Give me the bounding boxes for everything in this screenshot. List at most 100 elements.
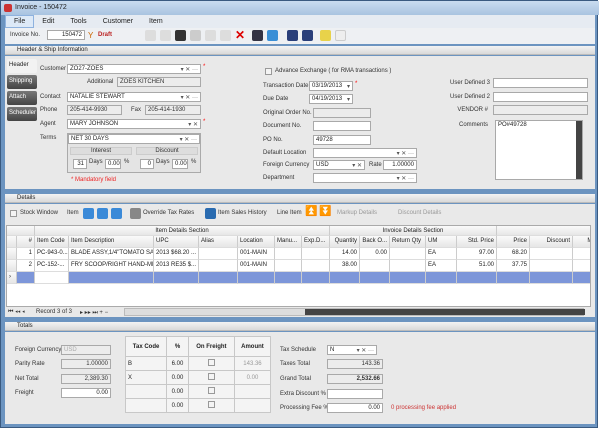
copy-icon[interactable] — [160, 30, 171, 41]
column-header[interactable]: Quantity — [330, 236, 360, 248]
po-no-field[interactable]: 49728 — [313, 135, 371, 145]
user-defined-2-field[interactable] — [493, 92, 588, 102]
tax-amount[interactable] — [233, 398, 272, 413]
grid-cell[interactable]: FRY SCOOP/RIGHT HAND-ME... — [69, 260, 154, 272]
original-order-field[interactable] — [313, 108, 371, 118]
calendar-dropdown-icon[interactable]: ▾ — [347, 83, 350, 90]
column-header[interactable]: Exp.D... — [302, 236, 330, 248]
menu-edit[interactable]: Edit — [34, 16, 62, 27]
grid-cell[interactable] — [199, 248, 238, 260]
menu-item[interactable]: Item — [141, 16, 171, 27]
customer-icon[interactable] — [302, 30, 313, 41]
grid-cell[interactable] — [360, 260, 390, 272]
header-section-bar[interactable]: Header & Ship Information — [5, 46, 595, 55]
nav-next-add-icons[interactable]: ▸ ▸▸ ⏭ + − — [80, 309, 108, 317]
taxes-total-field[interactable]: 143.36 — [327, 359, 383, 369]
comments-field[interactable]: PO#49728 — [495, 120, 583, 180]
comments-scrollbar[interactable] — [576, 121, 582, 179]
tab-shipping[interactable]: Shipping — [7, 75, 37, 89]
document-icon[interactable] — [335, 30, 346, 41]
extra-discount-field[interactable] — [327, 389, 383, 399]
menu-customer[interactable]: Customer — [95, 16, 141, 27]
new-icon[interactable] — [145, 30, 156, 41]
grid-cell[interactable]: 1 — [17, 248, 35, 260]
grid-cell[interactable]: 001-MAIN — [238, 248, 275, 260]
void-icon[interactable] — [220, 30, 231, 41]
grid-cell[interactable]: PC-943-0... — [35, 248, 69, 260]
tab-attach[interactable]: Attach — [7, 91, 37, 105]
row-indicator[interactable] — [7, 248, 17, 260]
net-total-field[interactable]: 2,389.30 — [61, 374, 111, 384]
grid-cell[interactable] — [390, 248, 426, 260]
new-row-cell[interactable] — [69, 272, 154, 284]
discount-details-button[interactable]: Discount Details — [398, 210, 441, 216]
sales-history-icon[interactable] — [205, 208, 216, 219]
column-header[interactable]: Discount — [530, 236, 573, 248]
terms-dropdown-icon[interactable]: ▾ ✕ ··· — [180, 136, 197, 143]
new-row-cell[interactable] — [360, 272, 390, 284]
column-header[interactable]: Alias — [199, 236, 238, 248]
department-field[interactable]: ▾ ✕ ··· — [313, 173, 417, 183]
grid-cell[interactable]: 68.20 — [497, 248, 530, 260]
contact-field[interactable]: NATALIE STEWART ▾ ✕ ··· — [67, 92, 201, 102]
invoice-no-field[interactable]: 150472 — [47, 30, 85, 40]
new-row-cell[interactable] — [17, 272, 35, 284]
column-header[interactable]: Back O... — [360, 236, 390, 248]
customer-lookup-icon[interactable] — [287, 30, 298, 41]
on-freight-checkbox[interactable] — [207, 359, 215, 366]
new-row-cell[interactable] — [457, 272, 497, 284]
grid-cell[interactable]: 2 — [17, 260, 35, 272]
customer-field[interactable]: ZO27-ZOES ▾ ✕ ··· — [67, 64, 201, 74]
totals-currency-field[interactable]: USD — [61, 345, 111, 355]
calendar-dropdown-icon[interactable]: ▾ — [347, 96, 350, 103]
grid-cell[interactable]: 14.00 — [330, 248, 360, 260]
user-defined-3-field[interactable] — [493, 78, 588, 88]
foreign-currency-field[interactable]: USD ▾ ✕ — [313, 160, 365, 170]
interest-pct-field[interactable]: 0.00 — [105, 159, 121, 169]
grid-cell[interactable]: 37.75 — [497, 260, 530, 272]
discount-days-field[interactable]: 0 — [140, 159, 154, 169]
column-header[interactable]: Item Description — [69, 236, 154, 248]
new-row-cell[interactable] — [426, 272, 457, 284]
column-header[interactable]: UPC — [154, 236, 199, 248]
column-header[interactable]: UM — [426, 236, 457, 248]
totals-section-bar[interactable]: Totals — [5, 322, 595, 331]
move-down-icon[interactable]: ⏬ — [319, 206, 331, 217]
grid-cell[interactable] — [199, 260, 238, 272]
column-header[interactable]: Location — [238, 236, 275, 248]
new-row-cell[interactable] — [497, 272, 530, 284]
on-freight-checkbox[interactable] — [207, 373, 215, 380]
new-row-cell[interactable] — [330, 272, 360, 284]
parity-rate-field[interactable]: 1.00000 — [61, 359, 111, 369]
grid-cell[interactable]: 51.00 — [457, 260, 497, 272]
processing-fee-field[interactable]: 0.00 — [327, 403, 383, 413]
department-dropdown-icon[interactable]: ▾ ✕ ··· — [397, 175, 414, 182]
menu-tools[interactable]: Tools — [62, 16, 94, 27]
agent-dropdown-icon[interactable]: ▾ ✕ — [188, 121, 198, 128]
tab-scheduler[interactable]: Scheduler — [7, 107, 37, 121]
new-item-lookup-icon[interactable] — [35, 272, 69, 284]
row-indicator[interactable] — [7, 260, 17, 272]
grid-cell[interactable]: EA — [426, 260, 457, 272]
grid-cell[interactable] — [302, 260, 330, 272]
grid-cell[interactable]: EA — [426, 248, 457, 260]
print-icon[interactable] — [190, 30, 201, 41]
refresh-icon[interactable] — [267, 30, 278, 41]
customer-dropdown-icon[interactable]: ▾ ✕ ··· — [181, 66, 198, 73]
column-header[interactable]: # — [17, 236, 35, 248]
column-header[interactable]: Return Qty — [390, 236, 426, 248]
grid-cell[interactable]: 97.00 — [457, 248, 497, 260]
new-row-cell[interactable] — [199, 272, 238, 284]
item-lookup-icon[interactable] — [97, 208, 108, 219]
tax-amount[interactable] — [233, 384, 272, 399]
edit-item-icon[interactable] — [111, 208, 122, 219]
grid-cell[interactable] — [530, 260, 573, 272]
column-header[interactable]: Marku — [573, 236, 590, 248]
new-row-cell[interactable] — [390, 272, 426, 284]
grid-cell[interactable]: 2013 $68.20 ... — [154, 248, 199, 260]
move-up-icon[interactable]: ⏫ — [305, 206, 317, 217]
terms-field[interactable]: NET 30 DAYS ▾ ✕ ··· — [68, 134, 200, 144]
new-row-cell[interactable] — [302, 272, 330, 284]
column-header[interactable]: Manu... — [275, 236, 302, 248]
grid-cell[interactable]: 38.00 — [330, 260, 360, 272]
